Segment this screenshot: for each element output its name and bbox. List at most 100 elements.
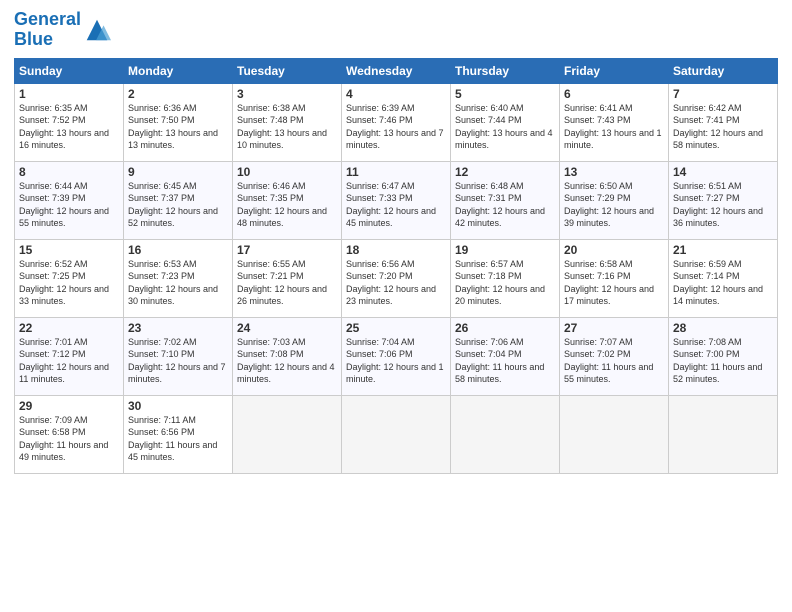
calendar-cell: 27Sunrise: 7:07 AMSunset: 7:02 PMDayligh… xyxy=(560,317,669,395)
calendar-week-2: 8Sunrise: 6:44 AMSunset: 7:39 PMDaylight… xyxy=(15,161,778,239)
calendar-cell: 8Sunrise: 6:44 AMSunset: 7:39 PMDaylight… xyxy=(15,161,124,239)
day-number: 12 xyxy=(455,165,555,179)
day-number: 21 xyxy=(673,243,773,257)
day-info: Sunrise: 6:53 AMSunset: 7:23 PMDaylight:… xyxy=(128,258,228,308)
day-number: 27 xyxy=(564,321,664,335)
day-info: Sunrise: 6:58 AMSunset: 7:16 PMDaylight:… xyxy=(564,258,664,308)
day-info: Sunrise: 7:02 AMSunset: 7:10 PMDaylight:… xyxy=(128,336,228,386)
day-number: 18 xyxy=(346,243,446,257)
calendar-cell: 16Sunrise: 6:53 AMSunset: 7:23 PMDayligh… xyxy=(124,239,233,317)
day-number: 30 xyxy=(128,399,228,413)
day-number: 11 xyxy=(346,165,446,179)
day-number: 6 xyxy=(564,87,664,101)
day-number: 19 xyxy=(455,243,555,257)
calendar-cell: 20Sunrise: 6:58 AMSunset: 7:16 PMDayligh… xyxy=(560,239,669,317)
day-info: Sunrise: 7:07 AMSunset: 7:02 PMDaylight:… xyxy=(564,336,664,386)
day-info: Sunrise: 6:36 AMSunset: 7:50 PMDaylight:… xyxy=(128,102,228,152)
day-info: Sunrise: 6:48 AMSunset: 7:31 PMDaylight:… xyxy=(455,180,555,230)
calendar-cell: 1Sunrise: 6:35 AMSunset: 7:52 PMDaylight… xyxy=(15,83,124,161)
day-number: 26 xyxy=(455,321,555,335)
day-info: Sunrise: 7:03 AMSunset: 7:08 PMDaylight:… xyxy=(237,336,337,386)
calendar-container: General Blue SundayMondayTuesdayWednesda… xyxy=(0,0,792,482)
calendar-week-5: 29Sunrise: 7:09 AMSunset: 6:58 PMDayligh… xyxy=(15,395,778,473)
calendar-body: 1Sunrise: 6:35 AMSunset: 7:52 PMDaylight… xyxy=(15,83,778,473)
day-number: 7 xyxy=(673,87,773,101)
weekday-saturday: Saturday xyxy=(669,58,778,83)
calendar-cell: 29Sunrise: 7:09 AMSunset: 6:58 PMDayligh… xyxy=(15,395,124,473)
day-info: Sunrise: 7:09 AMSunset: 6:58 PMDaylight:… xyxy=(19,414,119,464)
day-info: Sunrise: 6:47 AMSunset: 7:33 PMDaylight:… xyxy=(346,180,446,230)
day-info: Sunrise: 6:50 AMSunset: 7:29 PMDaylight:… xyxy=(564,180,664,230)
day-number: 4 xyxy=(346,87,446,101)
day-info: Sunrise: 7:06 AMSunset: 7:04 PMDaylight:… xyxy=(455,336,555,386)
calendar-cell: 24Sunrise: 7:03 AMSunset: 7:08 PMDayligh… xyxy=(233,317,342,395)
day-info: Sunrise: 6:55 AMSunset: 7:21 PMDaylight:… xyxy=(237,258,337,308)
calendar-cell: 7Sunrise: 6:42 AMSunset: 7:41 PMDaylight… xyxy=(669,83,778,161)
calendar-table: SundayMondayTuesdayWednesdayThursdayFrid… xyxy=(14,58,778,474)
calendar-cell xyxy=(560,395,669,473)
day-info: Sunrise: 7:01 AMSunset: 7:12 PMDaylight:… xyxy=(19,336,119,386)
calendar-cell: 13Sunrise: 6:50 AMSunset: 7:29 PMDayligh… xyxy=(560,161,669,239)
day-info: Sunrise: 7:11 AMSunset: 6:56 PMDaylight:… xyxy=(128,414,228,464)
day-number: 2 xyxy=(128,87,228,101)
day-number: 8 xyxy=(19,165,119,179)
calendar-cell: 21Sunrise: 6:59 AMSunset: 7:14 PMDayligh… xyxy=(669,239,778,317)
day-info: Sunrise: 6:44 AMSunset: 7:39 PMDaylight:… xyxy=(19,180,119,230)
day-number: 15 xyxy=(19,243,119,257)
day-number: 25 xyxy=(346,321,446,335)
day-info: Sunrise: 6:46 AMSunset: 7:35 PMDaylight:… xyxy=(237,180,337,230)
day-info: Sunrise: 6:57 AMSunset: 7:18 PMDaylight:… xyxy=(455,258,555,308)
day-number: 3 xyxy=(237,87,337,101)
calendar-cell: 12Sunrise: 6:48 AMSunset: 7:31 PMDayligh… xyxy=(451,161,560,239)
weekday-thursday: Thursday xyxy=(451,58,560,83)
calendar-cell xyxy=(233,395,342,473)
header: General Blue xyxy=(14,10,778,50)
calendar-cell: 6Sunrise: 6:41 AMSunset: 7:43 PMDaylight… xyxy=(560,83,669,161)
day-number: 5 xyxy=(455,87,555,101)
day-info: Sunrise: 6:42 AMSunset: 7:41 PMDaylight:… xyxy=(673,102,773,152)
weekday-friday: Friday xyxy=(560,58,669,83)
calendar-cell: 28Sunrise: 7:08 AMSunset: 7:00 PMDayligh… xyxy=(669,317,778,395)
day-info: Sunrise: 6:59 AMSunset: 7:14 PMDaylight:… xyxy=(673,258,773,308)
calendar-cell: 5Sunrise: 6:40 AMSunset: 7:44 PMDaylight… xyxy=(451,83,560,161)
calendar-cell xyxy=(669,395,778,473)
day-info: Sunrise: 6:52 AMSunset: 7:25 PMDaylight:… xyxy=(19,258,119,308)
calendar-week-3: 15Sunrise: 6:52 AMSunset: 7:25 PMDayligh… xyxy=(15,239,778,317)
calendar-cell: 3Sunrise: 6:38 AMSunset: 7:48 PMDaylight… xyxy=(233,83,342,161)
weekday-header-row: SundayMondayTuesdayWednesdayThursdayFrid… xyxy=(15,58,778,83)
day-number: 22 xyxy=(19,321,119,335)
weekday-monday: Monday xyxy=(124,58,233,83)
weekday-sunday: Sunday xyxy=(15,58,124,83)
weekday-wednesday: Wednesday xyxy=(342,58,451,83)
weekday-tuesday: Tuesday xyxy=(233,58,342,83)
day-info: Sunrise: 6:39 AMSunset: 7:46 PMDaylight:… xyxy=(346,102,446,152)
calendar-cell xyxy=(342,395,451,473)
calendar-cell: 17Sunrise: 6:55 AMSunset: 7:21 PMDayligh… xyxy=(233,239,342,317)
day-number: 16 xyxy=(128,243,228,257)
day-info: Sunrise: 6:41 AMSunset: 7:43 PMDaylight:… xyxy=(564,102,664,152)
calendar-week-1: 1Sunrise: 6:35 AMSunset: 7:52 PMDaylight… xyxy=(15,83,778,161)
day-number: 10 xyxy=(237,165,337,179)
calendar-cell: 14Sunrise: 6:51 AMSunset: 7:27 PMDayligh… xyxy=(669,161,778,239)
calendar-cell: 25Sunrise: 7:04 AMSunset: 7:06 PMDayligh… xyxy=(342,317,451,395)
day-info: Sunrise: 7:08 AMSunset: 7:00 PMDaylight:… xyxy=(673,336,773,386)
calendar-cell xyxy=(451,395,560,473)
day-number: 9 xyxy=(128,165,228,179)
calendar-cell: 10Sunrise: 6:46 AMSunset: 7:35 PMDayligh… xyxy=(233,161,342,239)
calendar-cell: 15Sunrise: 6:52 AMSunset: 7:25 PMDayligh… xyxy=(15,239,124,317)
day-number: 24 xyxy=(237,321,337,335)
calendar-cell: 26Sunrise: 7:06 AMSunset: 7:04 PMDayligh… xyxy=(451,317,560,395)
day-info: Sunrise: 6:40 AMSunset: 7:44 PMDaylight:… xyxy=(455,102,555,152)
calendar-cell: 30Sunrise: 7:11 AMSunset: 6:56 PMDayligh… xyxy=(124,395,233,473)
day-number: 20 xyxy=(564,243,664,257)
calendar-cell: 9Sunrise: 6:45 AMSunset: 7:37 PMDaylight… xyxy=(124,161,233,239)
calendar-cell: 23Sunrise: 7:02 AMSunset: 7:10 PMDayligh… xyxy=(124,317,233,395)
day-number: 29 xyxy=(19,399,119,413)
day-number: 1 xyxy=(19,87,119,101)
logo-text: General xyxy=(14,10,81,30)
day-info: Sunrise: 6:38 AMSunset: 7:48 PMDaylight:… xyxy=(237,102,337,152)
day-info: Sunrise: 6:51 AMSunset: 7:27 PMDaylight:… xyxy=(673,180,773,230)
calendar-cell: 4Sunrise: 6:39 AMSunset: 7:46 PMDaylight… xyxy=(342,83,451,161)
day-number: 23 xyxy=(128,321,228,335)
day-number: 14 xyxy=(673,165,773,179)
